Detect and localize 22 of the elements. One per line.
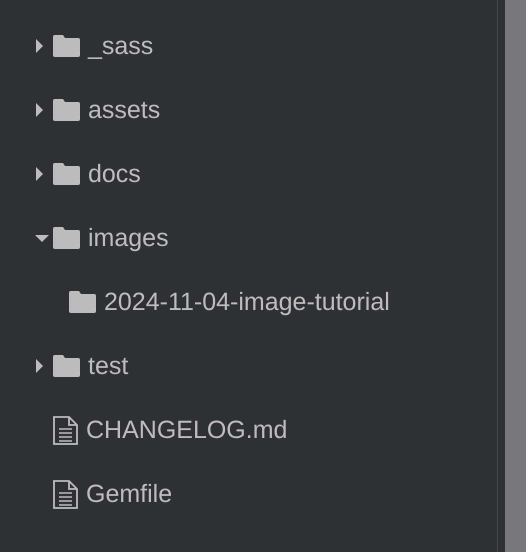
folder-icon (53, 227, 80, 249)
file-icon (53, 416, 78, 444)
folder-name[interactable]: images (88, 224, 169, 252)
folder-name[interactable]: docs (88, 160, 141, 188)
folder-icon (69, 291, 96, 313)
folder-icon (53, 355, 80, 377)
scrollbar[interactable] (505, 0, 526, 552)
folder-name[interactable]: assets (88, 96, 160, 124)
expand-caret-icon[interactable] (34, 38, 44, 54)
folder-name[interactable]: 2024-11-04-image-tutorial (104, 288, 390, 316)
file-icon (53, 480, 78, 508)
file-name[interactable]: CHANGELOG.md (86, 416, 288, 444)
folder-icon (53, 99, 80, 121)
folder-name[interactable]: test (88, 352, 128, 380)
file-name[interactable]: Gemfile (86, 480, 172, 508)
folder-icon (53, 163, 80, 185)
collapse-caret-icon[interactable] (34, 233, 50, 243)
expand-caret-icon[interactable] (34, 166, 44, 182)
folder-name[interactable]: _sass (88, 32, 154, 60)
expand-caret-icon[interactable] (34, 358, 44, 374)
expand-caret-icon[interactable] (34, 102, 44, 118)
folder-icon (53, 35, 80, 57)
